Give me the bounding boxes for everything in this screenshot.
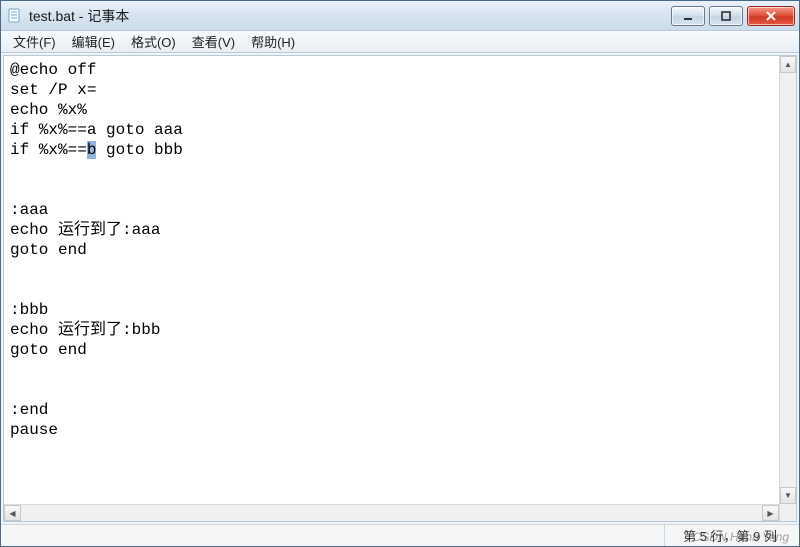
client-area: @echo off set /P x= echo %x% if %x%==a g… bbox=[3, 55, 797, 522]
text-editor[interactable]: @echo off set /P x= echo %x% if %x%==a g… bbox=[4, 56, 779, 504]
chevron-down-icon: ▼ bbox=[784, 491, 792, 500]
scroll-left-button[interactable]: ◀ bbox=[4, 505, 21, 521]
window-title: test.bat - 记事本 bbox=[29, 6, 667, 26]
horizontal-scrollbar[interactable]: ◀ ▶ bbox=[4, 504, 779, 521]
close-button[interactable] bbox=[747, 6, 795, 26]
scroll-up-button[interactable]: ▲ bbox=[780, 56, 796, 73]
minimize-button[interactable] bbox=[671, 6, 705, 26]
scrollbar-corner bbox=[779, 504, 796, 521]
vscroll-track[interactable] bbox=[780, 73, 796, 487]
maximize-button[interactable] bbox=[709, 6, 743, 26]
menu-edit[interactable]: 编辑(E) bbox=[64, 30, 123, 53]
menu-help[interactable]: 帮助(H) bbox=[243, 30, 303, 53]
minimize-icon bbox=[682, 10, 694, 22]
scroll-down-button[interactable]: ▼ bbox=[780, 487, 796, 504]
statusbar: 第 5 行，第 9 列 CSDN Hann Yang bbox=[1, 524, 799, 546]
maximize-icon bbox=[720, 10, 732, 22]
hscroll-track[interactable] bbox=[21, 505, 762, 521]
chevron-up-icon: ▲ bbox=[784, 60, 792, 69]
chevron-left-icon: ◀ bbox=[9, 509, 15, 518]
vertical-scrollbar[interactable]: ▲ ▼ bbox=[779, 56, 796, 504]
window-controls bbox=[667, 6, 795, 26]
notepad-icon bbox=[7, 8, 23, 24]
editor-wrap: @echo off set /P x= echo %x% if %x%==a g… bbox=[4, 56, 796, 504]
menu-file[interactable]: 文件(F) bbox=[5, 30, 64, 53]
menu-format[interactable]: 格式(O) bbox=[123, 30, 184, 53]
status-position: 第 5 行，第 9 列 bbox=[664, 525, 795, 546]
chevron-right-icon: ▶ bbox=[767, 509, 773, 518]
close-icon bbox=[765, 10, 777, 22]
menubar: 文件(F) 编辑(E) 格式(O) 查看(V) 帮助(H) bbox=[1, 31, 799, 53]
editor-content: @echo off set /P x= echo %x% if %x%==a g… bbox=[10, 60, 773, 440]
text-selection: b bbox=[87, 141, 97, 159]
notepad-window: test.bat - 记事本 文件(F) 编辑(E) 格式(O) 查看(V) 帮… bbox=[0, 0, 800, 547]
titlebar[interactable]: test.bat - 记事本 bbox=[1, 1, 799, 31]
menu-view[interactable]: 查看(V) bbox=[184, 30, 243, 53]
scroll-right-button[interactable]: ▶ bbox=[762, 505, 779, 521]
